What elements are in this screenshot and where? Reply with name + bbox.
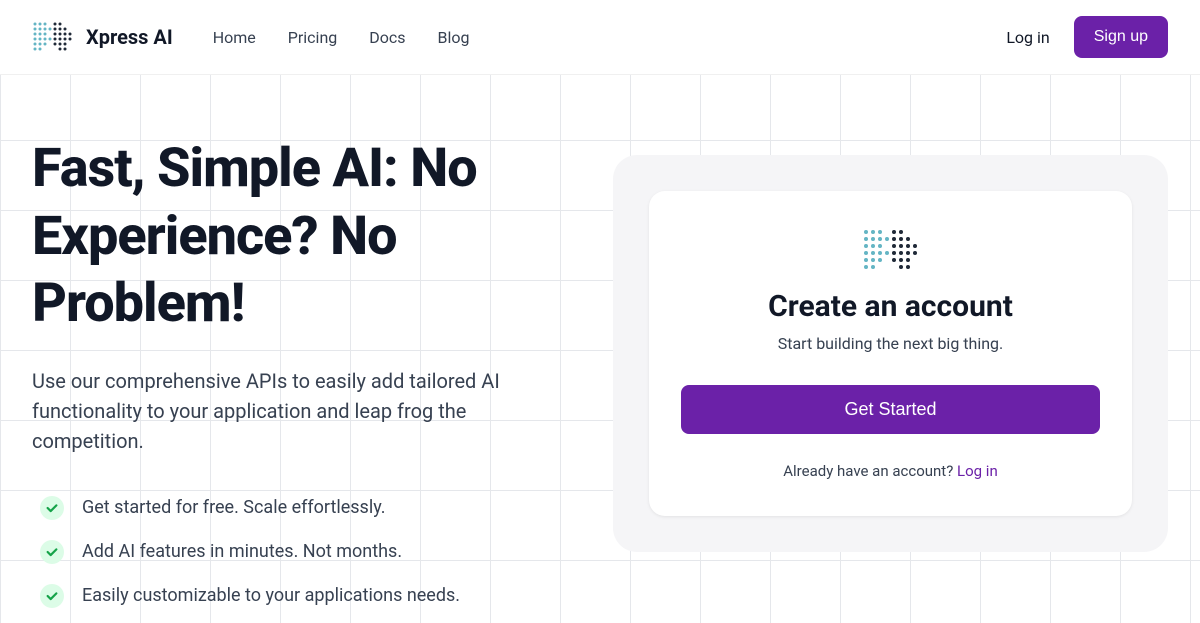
header-actions: Log in Sign up (1006, 16, 1168, 58)
logo[interactable]: Xpress AI (32, 21, 173, 53)
hero-title: Fast, Simple AI: No Experience? No Probl… (32, 135, 573, 338)
already-login-link[interactable]: Log in (957, 462, 998, 480)
hero-subtitle: Use our comprehensive APIs to easily add… (32, 366, 573, 456)
feature-item: Add AI features in minutes. Not months. (40, 540, 573, 564)
signup-card-wrap: Create an account Start building the nex… (613, 155, 1168, 552)
login-link[interactable]: Log in (1006, 28, 1049, 47)
already-text: Already have an account? (783, 462, 957, 480)
signup-button[interactable]: Sign up (1074, 16, 1168, 58)
signup-panel: Create an account Start building the nex… (613, 135, 1168, 608)
feature-item: Get started for free. Scale effortlessly… (40, 496, 573, 520)
check-icon (40, 584, 64, 608)
nav-pricing[interactable]: Pricing (288, 28, 338, 47)
brand-logo-icon (32, 21, 74, 53)
nav-home[interactable]: Home (213, 28, 256, 47)
feature-text: Add AI features in minutes. Not months. (82, 541, 402, 562)
signup-title: Create an account (768, 289, 1013, 324)
nav-blog[interactable]: Blog (438, 28, 470, 47)
already-have-account: Already have an account? Log in (783, 462, 998, 480)
check-icon (40, 496, 64, 520)
signup-subtitle: Start building the next big thing. (778, 334, 1004, 353)
main-nav: Home Pricing Docs Blog (213, 28, 1007, 47)
signup-logo-icon (861, 227, 921, 277)
nav-docs[interactable]: Docs (369, 28, 405, 47)
header: Xpress AI Home Pricing Docs Blog Log in … (0, 0, 1200, 75)
main-content: Fast, Simple AI: No Experience? No Probl… (0, 75, 1200, 608)
signup-card: Create an account Start building the nex… (649, 191, 1132, 516)
brand-name: Xpress AI (86, 25, 173, 49)
hero-section: Fast, Simple AI: No Experience? No Probl… (32, 135, 573, 608)
get-started-button[interactable]: Get Started (681, 385, 1100, 434)
check-icon (40, 540, 64, 564)
feature-list: Get started for free. Scale effortlessly… (40, 496, 573, 608)
feature-item: Easily customizable to your applications… (40, 584, 573, 608)
feature-text: Get started for free. Scale effortlessly… (82, 497, 386, 518)
feature-text: Easily customizable to your applications… (82, 585, 460, 606)
